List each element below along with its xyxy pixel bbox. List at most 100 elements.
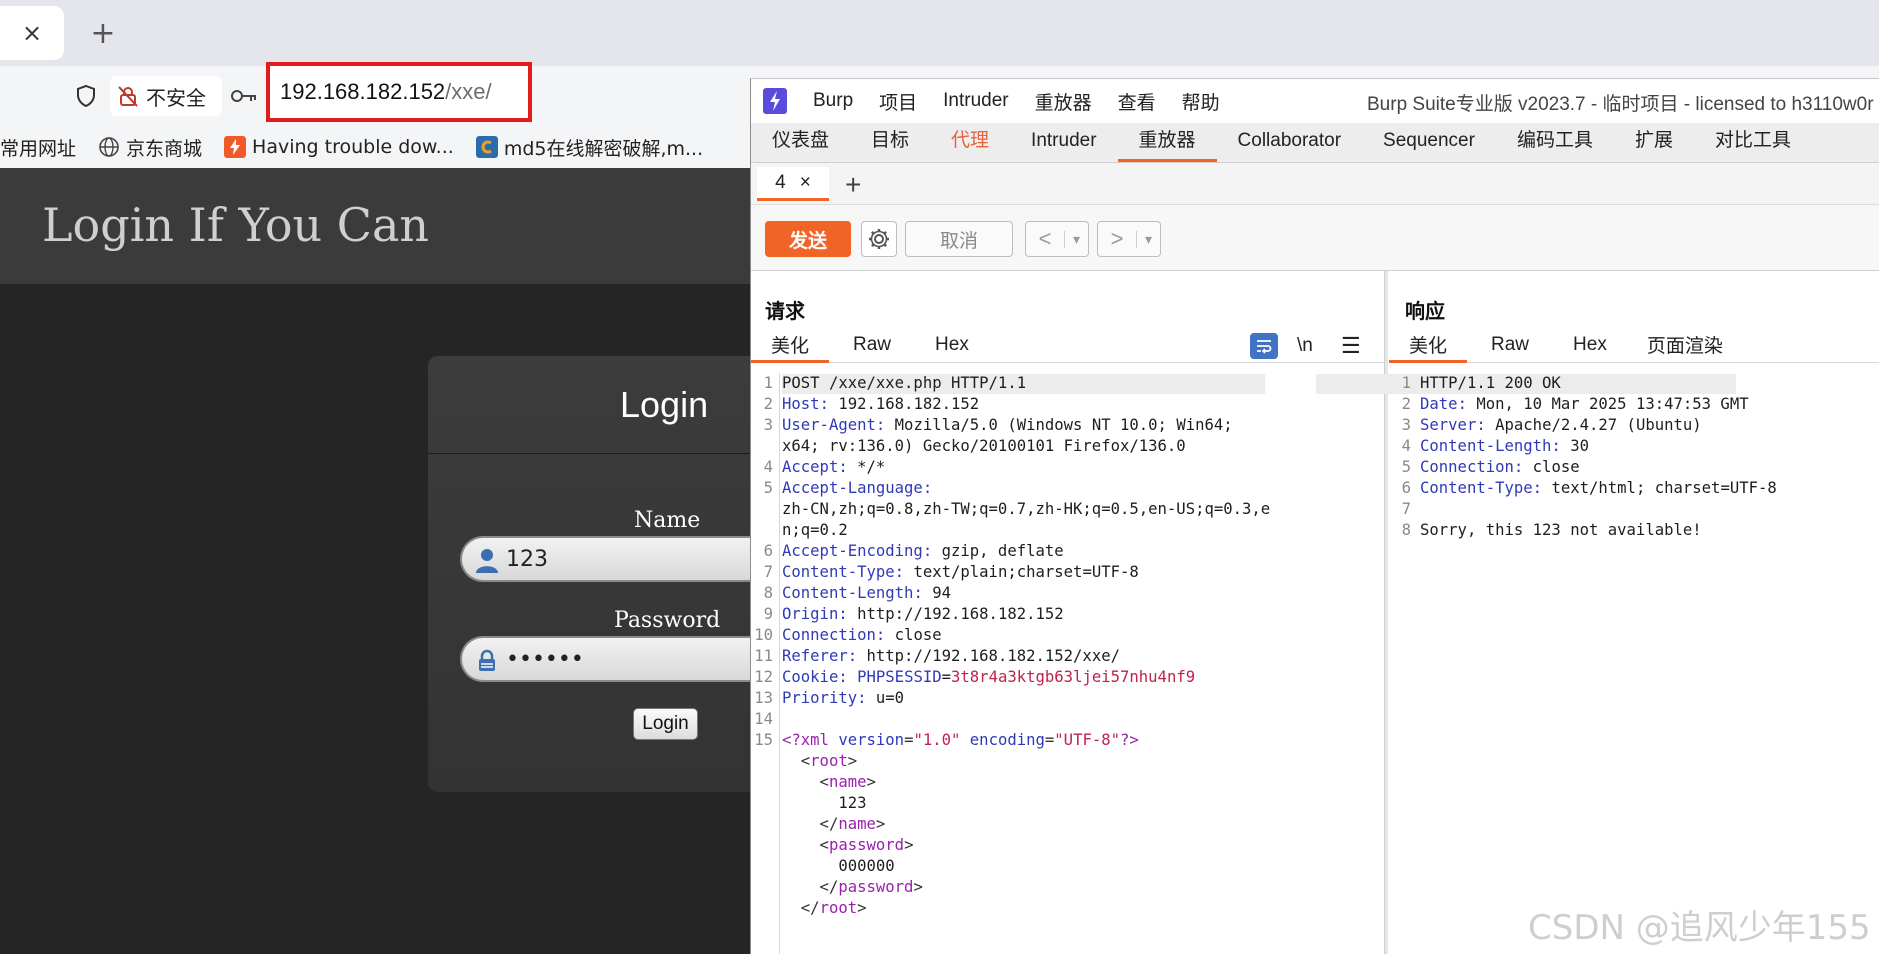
security-indicator[interactable]: 不安全	[110, 76, 222, 116]
close-icon[interactable]: ×	[800, 172, 811, 194]
xml-tag: root	[810, 752, 848, 770]
line-number: 4	[763, 458, 773, 476]
tab-dashboard[interactable]: 仪表盘	[751, 122, 850, 162]
burp-window: Burp 项目 Intruder 重放器 查看 帮助 Burp Suite专业版…	[750, 78, 1879, 954]
line-gutter	[779, 373, 780, 954]
tab-comparer[interactable]: 对比工具	[1694, 122, 1812, 162]
forward-dropdown-icon[interactable]: ▾	[1136, 230, 1160, 248]
header-value: POST /xxe/xxe.php HTTP/1.1	[782, 374, 1027, 392]
menu-project[interactable]: 项目	[879, 88, 917, 115]
xml-eq: =	[1044, 731, 1055, 749]
key-icon[interactable]	[230, 86, 258, 106]
header-value: Apache/2.4.27 (Ubuntu)	[1485, 416, 1702, 434]
xml-bracket: >	[866, 773, 876, 791]
menu-burp[interactable]: Burp	[813, 90, 853, 112]
name-input[interactable]: 123	[460, 536, 760, 582]
menu-help[interactable]: 帮助	[1182, 88, 1220, 115]
forward-button[interactable]: > ▾	[1097, 221, 1161, 257]
line-number: 6	[763, 542, 773, 560]
bookmark-md5[interactable]: md5在线解密破解,m...	[475, 134, 703, 161]
bookmark-having-trouble[interactable]: Having trouble dow...	[224, 136, 454, 158]
header-name: Accept-Encoding	[782, 542, 923, 560]
line-number: 8	[1401, 521, 1411, 539]
xml-space	[960, 731, 969, 749]
tab-collaborator[interactable]: Collaborator	[1217, 122, 1363, 162]
login-button[interactable]: Login	[633, 708, 698, 740]
response-tab-hex[interactable]: Hex	[1553, 327, 1627, 363]
code-line: POST /xxe/xxe.php HTTP/1.1	[782, 373, 1026, 394]
xml-attr-value: "1.0"	[913, 731, 961, 749]
password-input[interactable]: ••••••	[460, 636, 760, 682]
bolt-icon	[224, 136, 247, 158]
settings-button[interactable]	[861, 221, 897, 257]
add-tab-button[interactable]: +	[845, 169, 861, 201]
cookie-eq: =	[941, 668, 952, 686]
repeater-subtabs: 4 × +	[751, 163, 1879, 205]
tab-proxy[interactable]: 代理	[930, 122, 1010, 162]
line-number: 15	[754, 731, 773, 749]
repeater-toolbar: 发送 取消 < ▾ > ▾	[751, 205, 1879, 271]
header-name: Accept	[782, 458, 839, 476]
send-button[interactable]: 发送	[765, 221, 851, 257]
menu-view[interactable]: 查看	[1118, 88, 1156, 115]
bookmark-jd[interactable]: 京东商城	[98, 134, 202, 161]
cancel-button[interactable]: 取消	[905, 221, 1013, 257]
xml-line: <name>	[782, 772, 876, 793]
xml-bracket: </	[782, 899, 820, 917]
code-line: Accept-Encoding: gzip, deflate	[782, 541, 1064, 562]
address-bar[interactable]: 192.168.182.152/xxe/	[266, 62, 532, 122]
repeater-tab-4[interactable]: 4 ×	[757, 167, 829, 201]
code-line: User-Agent: Mozilla/5.0 (Windows NT 10.0…	[782, 415, 1233, 436]
tab-repeater[interactable]: 重放器	[1117, 122, 1217, 162]
wrap-lines-button[interactable]	[1250, 333, 1278, 359]
xml-tag: root	[819, 899, 858, 917]
line-number: 3	[1401, 416, 1411, 434]
header-name: Content-Length	[1420, 437, 1552, 455]
tab-intruder[interactable]: Intruder	[1010, 122, 1117, 162]
menu-intruder[interactable]: Intruder	[943, 90, 1008, 112]
code-line: Accept-Language:	[782, 478, 932, 499]
xml-pi-close: ?>	[1120, 731, 1139, 749]
menu-icon[interactable]: ☰	[1341, 333, 1361, 359]
tab-close-icon[interactable]: ×	[22, 19, 42, 47]
shield-icon[interactable]	[74, 84, 98, 108]
xml-attr-value: "UTF-8"	[1054, 731, 1121, 749]
request-tab-raw[interactable]: Raw	[829, 327, 915, 363]
browser-tab[interactable]: ×	[0, 6, 64, 60]
request-tab-hex[interactable]: Hex	[915, 327, 989, 363]
tab-decoder[interactable]: 编码工具	[1496, 122, 1614, 162]
xml-text: 123	[838, 794, 867, 812]
code-line: Sorry, this 123 not available!	[1420, 520, 1702, 541]
back-dropdown-icon[interactable]: ▾	[1064, 230, 1088, 248]
tab-extensions[interactable]: 扩展	[1614, 122, 1694, 162]
bookmark-common-sites[interactable]: 常用网址	[0, 134, 76, 161]
browser-tab-strip	[0, 0, 1879, 66]
response-tab-raw[interactable]: Raw	[1467, 327, 1553, 363]
request-tab-pretty[interactable]: 美化	[751, 327, 830, 363]
newline-toggle[interactable]: \n	[1297, 335, 1313, 357]
response-view-tabs: 美化 Raw Hex 页面渲染	[1389, 327, 1879, 363]
back-button[interactable]: < ▾	[1025, 221, 1089, 257]
header-value: 192.168.182.152	[828, 395, 980, 413]
line-number: 5	[763, 479, 773, 497]
header-colon: :	[838, 605, 848, 623]
tab-sequencer[interactable]: Sequencer	[1362, 122, 1496, 162]
login-card-header	[428, 356, 760, 454]
response-tab-render[interactable]: 页面渲染	[1627, 327, 1743, 363]
xml-bracket: <	[782, 773, 829, 791]
header-colon: :	[1532, 479, 1543, 497]
tab-target[interactable]: 目标	[850, 122, 930, 162]
header-colon: :	[894, 563, 905, 581]
code-line: Content-Length: 94	[782, 583, 951, 604]
cookie-name: PHPSESSID	[857, 668, 942, 686]
menu-repeater[interactable]: 重放器	[1035, 88, 1092, 115]
line-number: 9	[763, 605, 773, 623]
line-number: 2	[763, 395, 773, 413]
code-line: Connection: close	[1420, 457, 1580, 478]
line-number: 2	[1401, 395, 1411, 413]
new-tab-button[interactable]: +	[80, 10, 126, 56]
response-tab-pretty[interactable]: 美化	[1389, 327, 1468, 363]
url-host: 192.168.182.152	[280, 79, 446, 104]
xml-indent	[782, 794, 838, 812]
code-line: Server: Apache/2.4.27 (Ubuntu)	[1420, 415, 1702, 436]
